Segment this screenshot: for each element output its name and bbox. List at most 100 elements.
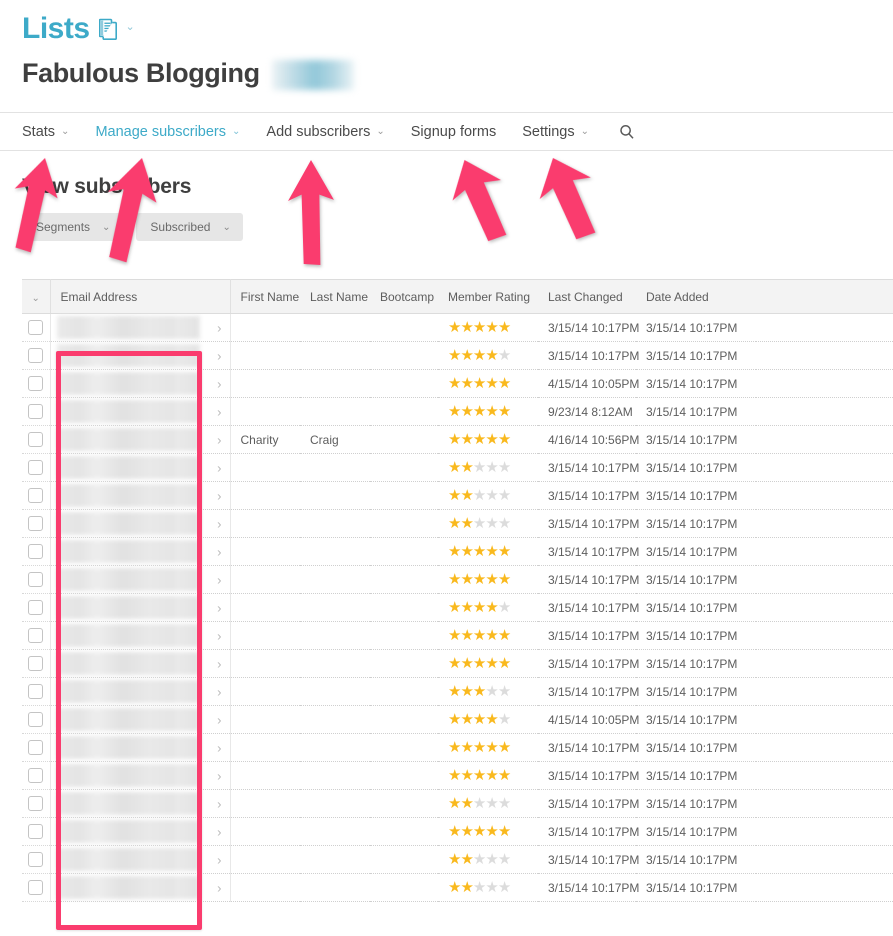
row-checkbox-cell[interactable] <box>22 425 51 454</box>
row-checkbox[interactable] <box>28 348 44 364</box>
member-rating-cell[interactable]: ★★★★★ <box>438 733 538 762</box>
email-address-cell[interactable]: › <box>50 817 231 846</box>
row-checkbox[interactable] <box>28 320 44 336</box>
member-rating-cell[interactable]: ★★★★★ <box>438 425 538 454</box>
table-row[interactable]: › ★★★★★ 3/15/14 10:17PM 3/15/14 10:17PM <box>22 789 893 818</box>
email-address-cell[interactable]: › <box>50 425 231 454</box>
page-title[interactable]: Lists <box>22 14 90 44</box>
row-checkbox-cell[interactable] <box>22 873 51 902</box>
email-address-cell[interactable]: › <box>50 313 231 342</box>
chevron-right-icon[interactable]: › <box>217 489 221 502</box>
table-row[interactable]: › ★★★★★ 3/15/14 10:17PM 3/15/14 10:17PM <box>22 453 893 482</box>
column-header-member-rating[interactable]: Member Rating <box>438 279 538 314</box>
email-address-cell[interactable]: › <box>50 509 231 538</box>
row-checkbox-cell[interactable] <box>22 677 51 706</box>
chevron-down-icon[interactable]: ⌄ <box>32 293 40 304</box>
row-checkbox-cell[interactable] <box>22 313 51 342</box>
nav-item-add-subscribers[interactable]: Add subscribers ⌄ <box>266 124 384 140</box>
row-checkbox-cell[interactable] <box>22 845 51 874</box>
row-checkbox[interactable] <box>28 516 44 532</box>
email-address-cell[interactable]: › <box>50 761 231 790</box>
table-row[interactable]: › ★★★★★ 3/15/14 10:17PM 3/15/14 10:17PM <box>22 733 893 762</box>
member-rating-cell[interactable]: ★★★★★ <box>438 369 538 398</box>
row-checkbox[interactable] <box>28 712 44 728</box>
column-header-last-name[interactable]: Last Name <box>300 279 370 314</box>
member-rating-cell[interactable]: ★★★★★ <box>438 453 538 482</box>
table-row[interactable]: › ★★★★★ 3/15/14 10:17PM 3/15/14 10:17PM <box>22 845 893 874</box>
filter-button-segments[interactable]: Segments ⌄ <box>22 213 123 241</box>
chevron-down-icon[interactable]: ⌄ <box>61 126 69 137</box>
chevron-down-icon[interactable]: ⌄ <box>581 126 589 137</box>
member-rating-cell[interactable]: ★★★★★ <box>438 509 538 538</box>
member-rating-cell[interactable]: ★★★★★ <box>438 789 538 818</box>
chevron-right-icon[interactable]: › <box>217 321 221 334</box>
chevron-right-icon[interactable]: › <box>217 517 221 530</box>
table-row[interactable]: › ★★★★★ 3/15/14 10:17PM 3/15/14 10:17PM <box>22 481 893 510</box>
row-checkbox-cell[interactable] <box>22 537 51 566</box>
row-checkbox-cell[interactable] <box>22 369 51 398</box>
email-address-cell[interactable]: › <box>50 789 231 818</box>
member-rating-cell[interactable]: ★★★★★ <box>438 341 538 370</box>
row-checkbox-cell[interactable] <box>22 621 51 650</box>
table-row[interactable]: › ★★★★★ 3/15/14 10:17PM 3/15/14 10:17PM <box>22 341 893 370</box>
chevron-right-icon[interactable]: › <box>217 825 221 838</box>
column-header-date-added[interactable]: Date Added <box>636 279 756 314</box>
member-rating-cell[interactable]: ★★★★★ <box>438 761 538 790</box>
table-row[interactable]: › ★★★★★ 3/15/14 10:17PM 3/15/14 10:17PM <box>22 873 893 902</box>
member-rating-cell[interactable]: ★★★★★ <box>438 817 538 846</box>
chevron-right-icon[interactable]: › <box>217 349 221 362</box>
column-header-first-name[interactable]: First Name <box>230 279 300 314</box>
row-checkbox[interactable] <box>28 684 44 700</box>
member-rating-cell[interactable]: ★★★★★ <box>438 621 538 650</box>
email-address-cell[interactable]: › <box>50 649 231 678</box>
nav-item-settings[interactable]: Settings ⌄ <box>522 124 589 140</box>
row-checkbox-cell[interactable] <box>22 817 51 846</box>
member-rating-cell[interactable]: ★★★★★ <box>438 481 538 510</box>
row-checkbox-cell[interactable] <box>22 453 51 482</box>
row-checkbox-cell[interactable] <box>22 649 51 678</box>
chevron-right-icon[interactable]: › <box>217 713 221 726</box>
row-checkbox[interactable] <box>28 628 44 644</box>
email-address-cell[interactable]: › <box>50 453 231 482</box>
member-rating-cell[interactable]: ★★★★★ <box>438 677 538 706</box>
email-address-cell[interactable]: › <box>50 677 231 706</box>
row-checkbox[interactable] <box>28 880 44 896</box>
filter-button-subscribed[interactable]: Subscribed ⌄ <box>136 213 243 241</box>
chevron-right-icon[interactable]: › <box>217 433 221 446</box>
chevron-right-icon[interactable]: › <box>217 405 221 418</box>
table-row[interactable]: › ★★★★★ 3/15/14 10:17PM 3/15/14 10:17PM <box>22 817 893 846</box>
email-address-cell[interactable]: › <box>50 565 231 594</box>
row-checkbox[interactable] <box>28 544 44 560</box>
member-rating-cell[interactable]: ★★★★★ <box>438 593 538 622</box>
row-checkbox[interactable] <box>28 460 44 476</box>
select-all-header[interactable]: ⌄ <box>22 279 51 314</box>
table-row[interactable]: › ★★★★★ 3/15/14 10:17PM 3/15/14 10:17PM <box>22 313 893 342</box>
chevron-right-icon[interactable]: › <box>217 769 221 782</box>
row-checkbox[interactable] <box>28 432 44 448</box>
column-header-email[interactable]: Email Address <box>50 279 231 314</box>
table-row[interactable]: › ★★★★★ 3/15/14 10:17PM 3/15/14 10:17PM <box>22 621 893 650</box>
row-checkbox[interactable] <box>28 740 44 756</box>
table-row[interactable]: › ★★★★★ 3/15/14 10:17PM 3/15/14 10:17PM <box>22 509 893 538</box>
chevron-right-icon[interactable]: › <box>217 545 221 558</box>
column-header-last-changed[interactable]: Last Changed <box>538 279 636 314</box>
member-rating-cell[interactable]: ★★★★★ <box>438 649 538 678</box>
email-address-cell[interactable]: › <box>50 481 231 510</box>
row-checkbox[interactable] <box>28 404 44 420</box>
row-checkbox[interactable] <box>28 656 44 672</box>
row-checkbox[interactable] <box>28 488 44 504</box>
chevron-down-icon[interactable]: ⌄ <box>126 21 135 37</box>
member-rating-cell[interactable]: ★★★★★ <box>438 397 538 426</box>
row-checkbox-cell[interactable] <box>22 509 51 538</box>
nav-item-stats[interactable]: Stats ⌄ <box>22 124 69 140</box>
row-checkbox[interactable] <box>28 852 44 868</box>
member-rating-cell[interactable]: ★★★★★ <box>438 313 538 342</box>
email-address-cell[interactable]: › <box>50 341 231 370</box>
table-row[interactable]: › ★★★★★ 3/15/14 10:17PM 3/15/14 10:17PM <box>22 649 893 678</box>
email-address-cell[interactable]: › <box>50 705 231 734</box>
nav-item-manage-subscribers[interactable]: Manage subscribers ⌄ <box>95 124 240 140</box>
chevron-right-icon[interactable]: › <box>217 629 221 642</box>
table-row[interactable]: › ★★★★★ 4/15/14 10:05PM 3/15/14 10:17PM <box>22 369 893 398</box>
row-checkbox[interactable] <box>28 796 44 812</box>
chevron-right-icon[interactable]: › <box>217 881 221 894</box>
